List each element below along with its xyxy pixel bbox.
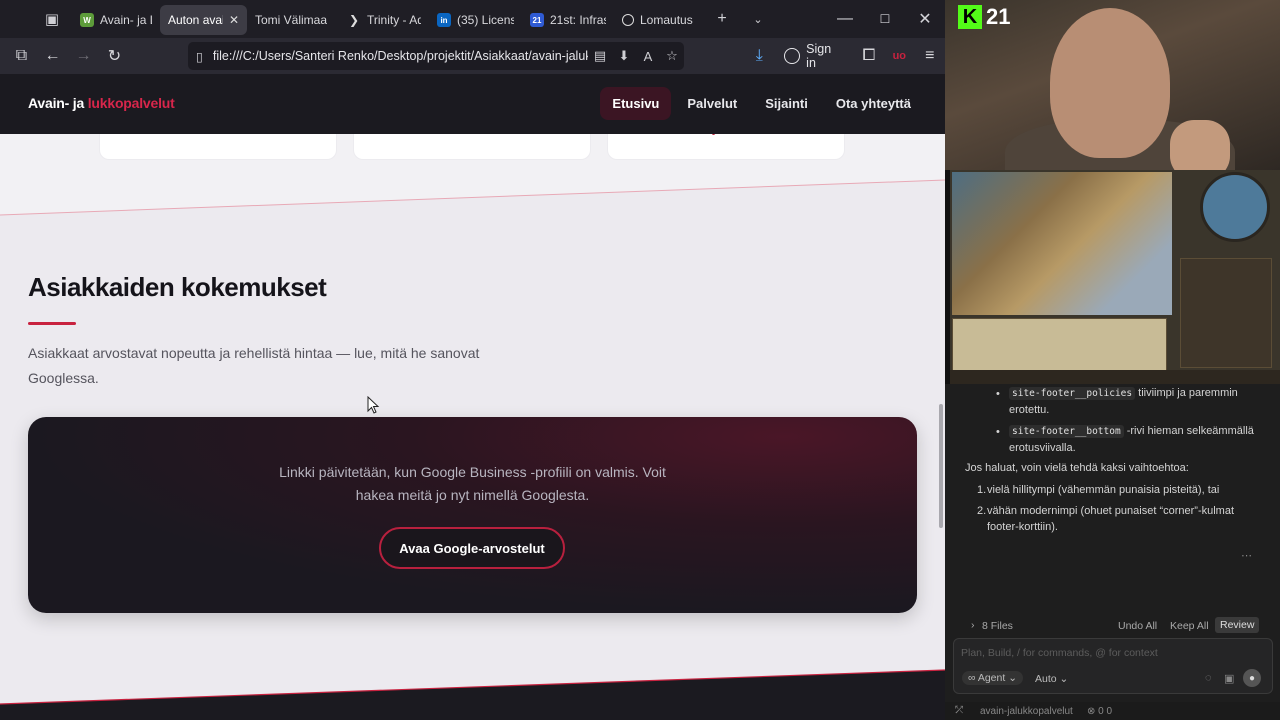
page-viewport: Avain- ja lukkopalvelut Etusivu Palvelut… — [0, 74, 945, 720]
tab-list-icon[interactable]: ▣ — [32, 0, 72, 38]
sign-in-button[interactable]: Sign in — [774, 42, 853, 70]
tab-trinity[interactable]: ❯ Trinity - Adv — [339, 5, 429, 35]
open-google-reviews-button[interactable]: Avaa Google-arvostelut — [379, 527, 565, 569]
close-window-button[interactable]: ✕ — [905, 0, 945, 38]
game-toolbar — [950, 370, 1280, 384]
service-card — [353, 134, 591, 160]
game-chatbox — [952, 318, 1167, 372]
undo-all-button[interactable]: Undo All — [1118, 620, 1157, 632]
tab-21st[interactable]: 21 21st: Infrast — [522, 5, 614, 35]
service-card — [99, 134, 337, 160]
chevron-right-icon[interactable]: › — [971, 619, 975, 631]
nav-ota-yhteytta[interactable]: Ota yhteyttä — [824, 87, 923, 120]
game-capture — [950, 170, 1280, 384]
section-heading: Asiakkaiden kokemukset — [28, 272, 327, 302]
more-icon[interactable]: ⋯ — [1241, 548, 1252, 564]
account-icon — [784, 48, 801, 64]
linkedin-icon: in — [437, 13, 451, 27]
ublock-icon[interactable]: uo — [884, 38, 914, 74]
image-icon[interactable]: ▣ — [1224, 672, 1234, 685]
agent-mode-select[interactable]: ∞ Agent ⌄ — [962, 671, 1023, 685]
maximize-button[interactable]: ☐ — [865, 0, 905, 38]
tab-lomautus[interactable]: Lomautus S — [614, 5, 704, 35]
save-page-icon[interactable]: ⬇ — [612, 48, 636, 64]
game-minimap — [1200, 172, 1270, 242]
page-scrollbar[interactable] — [939, 404, 943, 528]
tab-avain[interactable]: W Avain- ja Lu — [72, 5, 160, 35]
translate-icon[interactable]: A — [636, 49, 660, 64]
bullet-icon: • — [996, 388, 1000, 400]
site-nav: Etusivu Palvelut Sijainti Ota yhteyttä — [600, 87, 923, 120]
globe-icon — [622, 14, 634, 26]
chevron-down-icon[interactable]: ⌄ — [740, 0, 776, 38]
reload-button[interactable]: ↻ — [99, 38, 130, 74]
chat-text: Jos haluat, voin vielä tehdä kaksi vaiht… — [965, 462, 1189, 474]
tab-linkedin[interactable]: in (35) License — [429, 5, 522, 35]
site-header: Avain- ja lukkopalvelut Etusivu Palvelut… — [0, 74, 945, 134]
favicon-icon: W — [80, 13, 94, 27]
favicon-icon: ❯ — [348, 13, 360, 27]
heading-underline — [28, 322, 76, 325]
nav-etusivu[interactable]: Etusivu — [600, 87, 672, 120]
reader-view-icon[interactable]: ▤ — [588, 48, 612, 64]
model-select[interactable]: Auto ⌄ — [1035, 673, 1068, 685]
menu-icon[interactable]: ≡ — [915, 38, 945, 74]
site-logo[interactable]: Avain- ja lukkopalvelut — [28, 95, 175, 111]
chat-bullet-item: site-footer__policies tiiviimpi ja parem… — [1009, 387, 1238, 416]
viewer-counter: K 21 — [958, 4, 1010, 30]
document-icon: ▯ — [196, 49, 203, 64]
chat-option: vielä hillitympi (vähemmän punaisia pist… — [987, 484, 1220, 496]
minimize-button[interactable]: — — [825, 0, 865, 38]
nav-palvelut[interactable]: Palvelut — [675, 87, 749, 120]
editor-status-bar: ⤱ avain-jalukkopalvelut ⊗ 0 0 — [945, 702, 1280, 720]
remote-icon[interactable]: ⤱ — [955, 705, 963, 716]
bullet-icon: • — [996, 426, 1000, 438]
bookmark-star-icon[interactable]: ☆ — [660, 48, 684, 64]
game-viewport — [952, 172, 1172, 315]
assistant-chat-panel: • site-footer__policies tiiviimpi ja par… — [945, 384, 1280, 720]
browser-tab-bar: ▣ W Avain- ja Lu Auton avaim ✕ Tomi Väli… — [0, 0, 945, 38]
service-card — [607, 130, 845, 160]
new-tab-button[interactable]: + — [704, 0, 740, 38]
chat-bullet-item: site-footer__bottom -rivi hieman selkeäm… — [1009, 425, 1254, 454]
game-inventory — [1180, 258, 1272, 368]
nav-sijainti[interactable]: Sijainti — [753, 87, 820, 120]
project-name[interactable]: avain-jalukkopalvelut — [980, 706, 1073, 717]
extensions-icon[interactable]: ⧠ — [854, 38, 884, 74]
url-text[interactable]: file:///C:/Users/Santeri Renko/Desktop/p… — [213, 49, 588, 63]
browser-nav-bar: ⧉ ← → ↻ ▯ file:///C:/Users/Santeri Renko… — [0, 38, 945, 74]
close-tab-icon[interactable]: ✕ — [229, 13, 239, 27]
google-reviews-card: Linkki päivitetään, kun Google Business … — [28, 417, 917, 613]
address-bar[interactable]: ▯ file:///C:/Users/Santeri Renko/Desktop… — [188, 42, 684, 70]
mouse-cursor-icon — [367, 396, 380, 414]
keep-all-button[interactable]: Keep All — [1170, 620, 1209, 632]
tab-auton-avaimet[interactable]: Auton avaim ✕ — [160, 5, 247, 35]
downloads-icon[interactable]: ⤓ — [744, 38, 774, 74]
microphone-icon[interactable]: ● — [1243, 669, 1261, 687]
changes-bar: › 8 Files Undo All Keep All Review — [945, 616, 1280, 636]
section-description: Asiakkaat arvostavat nopeutta ja rehelli… — [28, 345, 480, 386]
forward-button[interactable]: → — [68, 38, 99, 74]
review-button[interactable]: Review — [1215, 617, 1260, 633]
chat-option: vähän modernimpi (ohuet punaiset “corner… — [987, 505, 1235, 533]
kick-logo-icon: K — [958, 5, 982, 29]
chat-input[interactable]: Plan, Build, / for commands, @ for conte… — [953, 638, 1273, 694]
loading-icon: ◌ — [1205, 672, 1212, 684]
review-card-text: Linkki päivitetään, kun Google Business … — [279, 464, 666, 503]
tab-tomi[interactable]: Tomi Välimaa — [247, 5, 339, 35]
files-toggle[interactable]: 8 Files — [982, 620, 1013, 632]
problems-indicator[interactable]: ⊗ 0 0 — [1087, 706, 1112, 717]
back-button[interactable]: ← — [37, 38, 68, 74]
sidebar-toggle-icon[interactable]: ⧉ — [6, 38, 37, 74]
favicon-icon: 21 — [530, 13, 544, 27]
section-background — [0, 179, 945, 720]
